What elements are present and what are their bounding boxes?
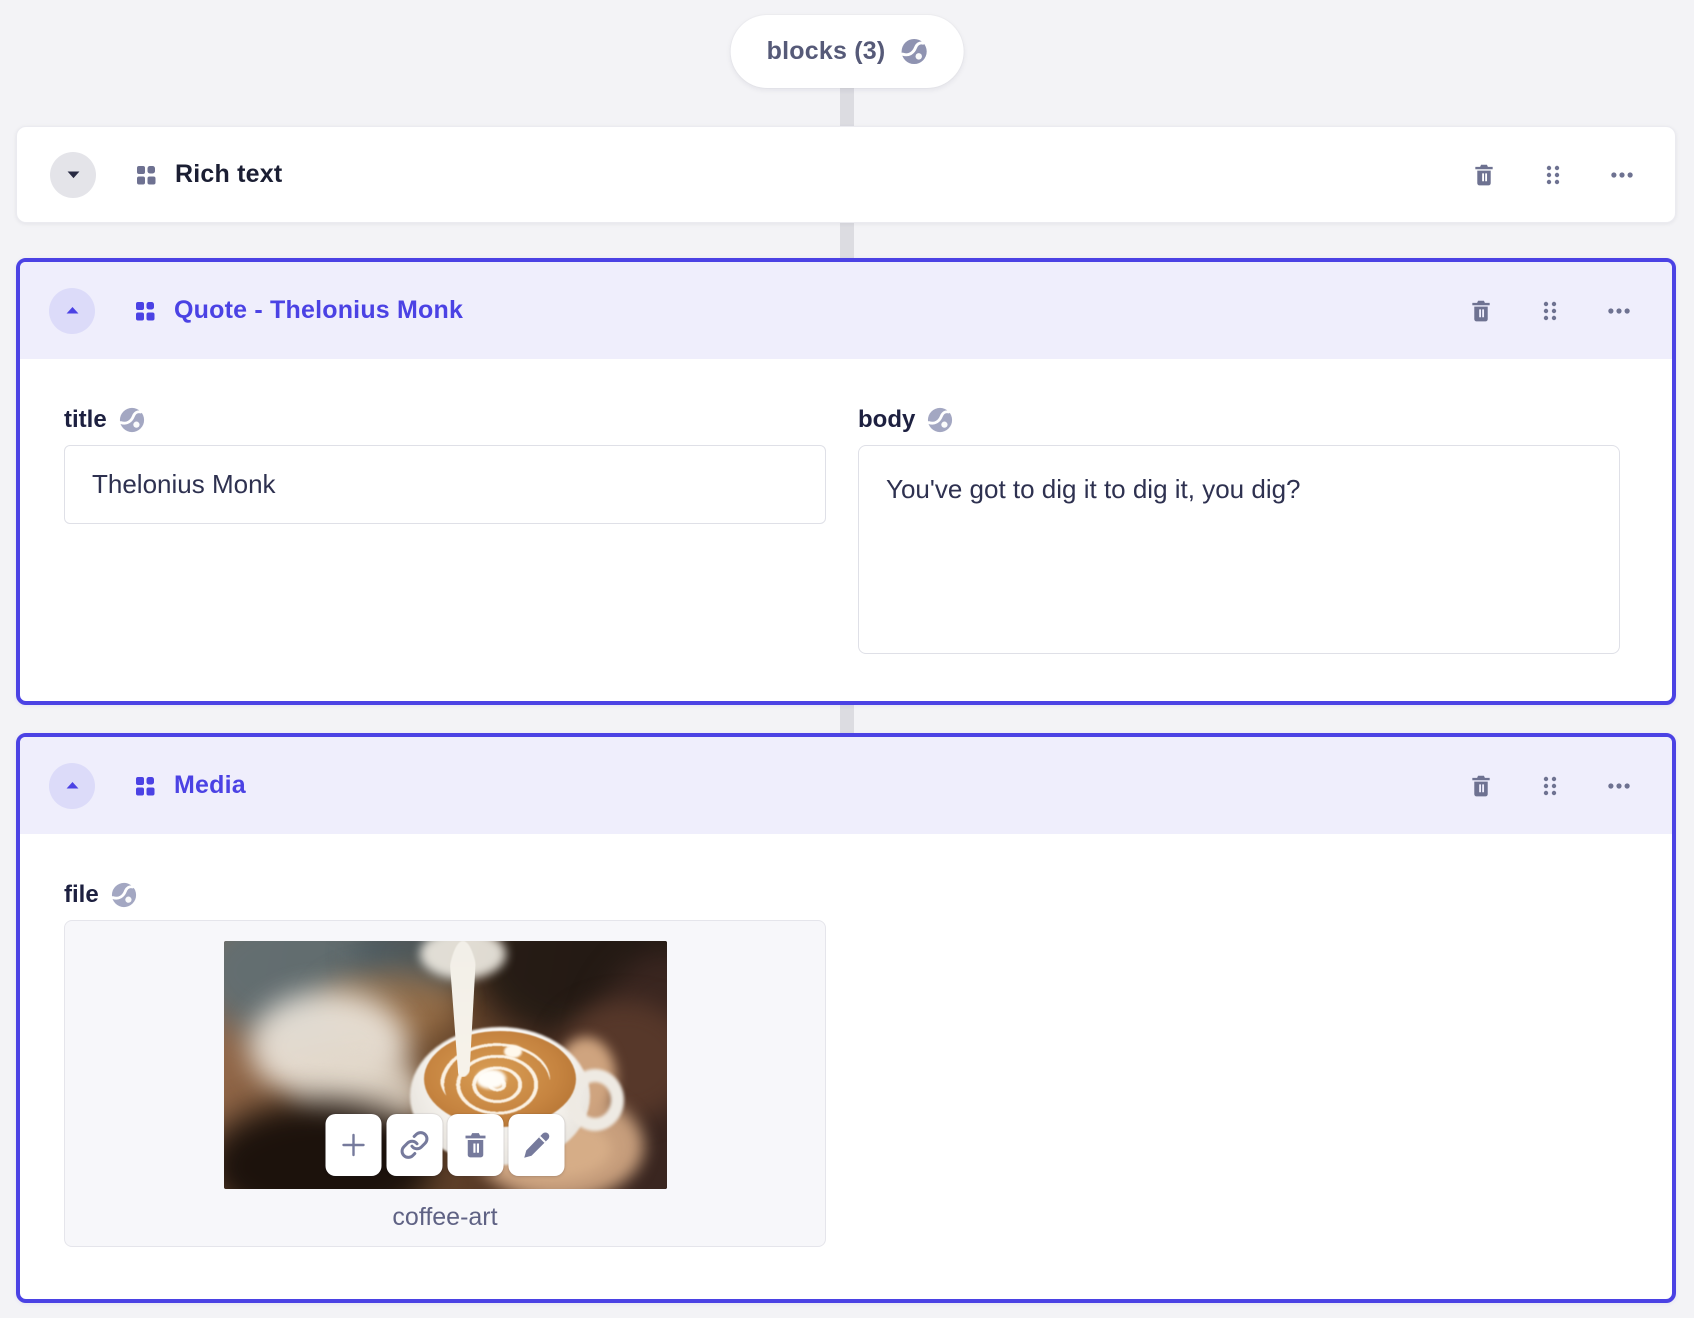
field-title: title [64, 403, 826, 659]
block-rich-text-header[interactable]: Rich text [17, 127, 1675, 222]
menu-ellipsis-icon [1608, 307, 1630, 314]
upload-file-button[interactable] [325, 1114, 382, 1176]
collapse-toggle-button[interactable] [49, 287, 95, 334]
edit-file-button[interactable] [508, 1114, 565, 1176]
array-editor-page: blocks (3) Rich text Quote - Thelonius M… [0, 0, 1694, 1318]
array-field-pill-label: blocks (3) [766, 37, 886, 65]
body-field-label: body [858, 406, 916, 433]
block-quote: Quote - Thelonius Monk title Thelonius M… [16, 258, 1676, 705]
trash-icon [465, 1133, 486, 1158]
block-menu-button[interactable] [1602, 294, 1636, 328]
block-title: Media [174, 771, 246, 799]
file-action-buttons [325, 1114, 565, 1176]
chevron-up-icon [66, 306, 78, 314]
block-quote-header[interactable]: Quote - Thelonius Monk [20, 262, 1672, 359]
block-menu-button[interactable] [1602, 769, 1636, 803]
block-type-grid-icon [133, 774, 157, 798]
menu-ellipsis-icon [1608, 782, 1630, 789]
drag-handle[interactable] [1534, 769, 1566, 803]
drag-handle[interactable] [1537, 158, 1569, 192]
trash-icon [1472, 300, 1490, 322]
globe-icon [119, 407, 145, 433]
file-field-label: file [64, 881, 99, 908]
block-rich-text: Rich text [16, 126, 1676, 223]
trash-icon [1472, 775, 1490, 797]
file-upload-area[interactable]: coffee-art [64, 920, 826, 1247]
menu-ellipsis-icon [1611, 171, 1633, 178]
globe-icon [927, 407, 953, 433]
block-type-grid-icon [133, 299, 157, 323]
block-menu-button[interactable] [1605, 158, 1639, 192]
block-type-grid-icon [134, 163, 158, 187]
pencil-icon [524, 1132, 550, 1158]
collapse-toggle-button[interactable] [49, 762, 95, 809]
plus-icon [342, 1133, 365, 1157]
block-media-header[interactable]: Media [20, 737, 1672, 834]
block-title: Quote - Thelonius Monk [174, 296, 464, 324]
title-input[interactable] [64, 445, 826, 524]
globe-icon [900, 38, 927, 65]
expand-toggle-button[interactable] [50, 151, 96, 198]
drag-handle-icon [1546, 165, 1560, 184]
link-icon [400, 1131, 429, 1159]
array-field-pill: blocks (3) [730, 15, 964, 88]
delete-block-button[interactable] [1467, 157, 1501, 192]
field-body: body You've got to dig it to dig it, you… [858, 403, 1620, 659]
globe-icon [111, 882, 137, 908]
drag-handle[interactable] [1534, 294, 1566, 328]
chevron-up-icon [66, 781, 78, 789]
drag-handle-icon [1543, 301, 1557, 320]
trash-icon [1475, 164, 1493, 186]
delete-block-button[interactable] [1464, 768, 1498, 803]
title-field-label: title [64, 406, 107, 433]
block-title: Rich text [175, 160, 283, 188]
remove-file-button[interactable] [447, 1114, 504, 1176]
delete-block-button[interactable] [1464, 293, 1498, 328]
drag-handle-icon [1543, 776, 1557, 795]
file-name: coffee-art [392, 1203, 498, 1231]
select-asset-button[interactable] [386, 1114, 443, 1176]
chevron-down-icon [67, 171, 79, 179]
body-textarea[interactable]: You've got to dig it to dig it, you dig? [858, 445, 1620, 654]
block-media: Media file coffee-art [16, 733, 1676, 1303]
